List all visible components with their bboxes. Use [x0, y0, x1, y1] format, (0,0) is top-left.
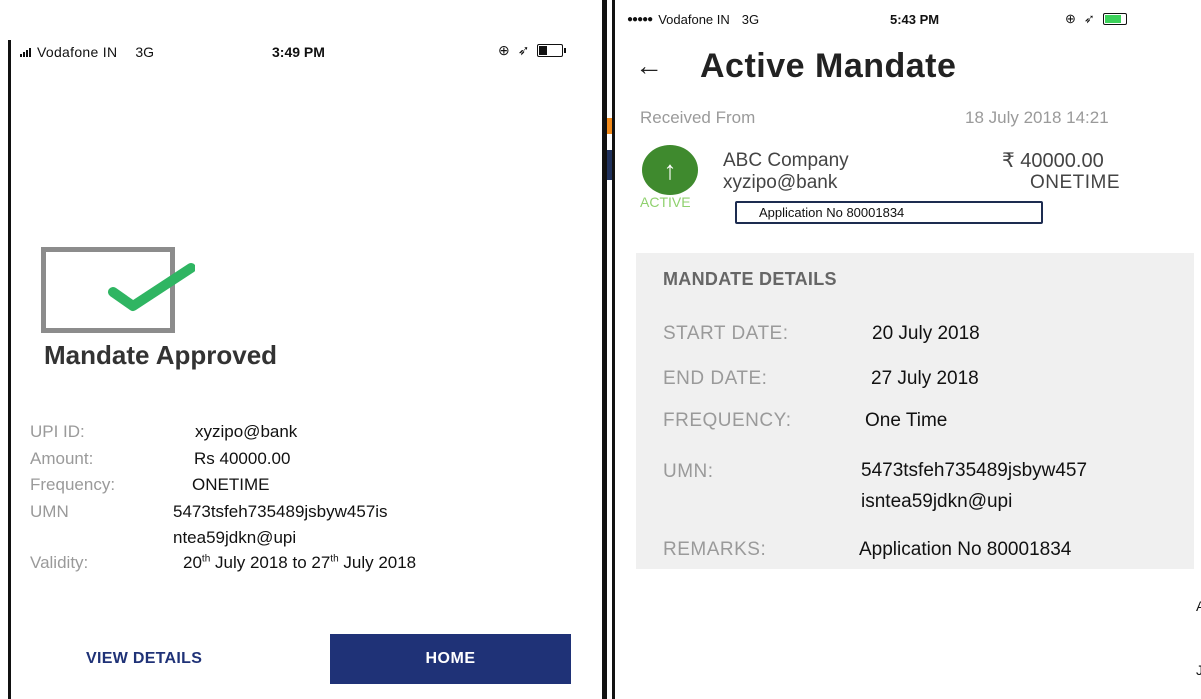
battery-charging-icon [1102, 13, 1127, 25]
detail-label: Amount: [30, 449, 94, 468]
home-button[interactable]: HOME [330, 634, 571, 684]
edge-text: A [1196, 598, 1201, 614]
detail-value: ntea59jdkn@upi [173, 528, 297, 547]
battery-icon [537, 44, 567, 57]
frame-border-left [8, 40, 11, 699]
detail-value: ONETIME [192, 475, 270, 494]
start-date-value: 20 July 2018 [872, 323, 980, 344]
edge-text: J [1196, 662, 1201, 678]
status-icons: ⊕ ➶ [1065, 11, 1127, 27]
status-time: 3:49 PM [272, 44, 325, 60]
detail-label: UPI ID: [30, 422, 85, 441]
active-mandate-screen: ●●●●● Vodafone IN 3G 5:43 PM ⊕ ➶ ← Activ… [615, 0, 1201, 699]
detail-label: UMN [30, 502, 69, 521]
page-title: Active Mandate [700, 47, 957, 85]
remarks-label: REMARKS: [663, 539, 767, 560]
detail-row-amount: Amount: Rs 40000.00 [30, 449, 290, 469]
detail-label: Frequency: [30, 475, 116, 494]
divider [602, 0, 607, 699]
frequency-value: One Time [865, 410, 948, 431]
end-date-label: END DATE: [663, 368, 768, 389]
detail-label: Validity: [30, 553, 89, 572]
status-bar-right: ●●●●● Vodafone IN 3G [627, 12, 759, 27]
carrier-name: Vodafone IN [37, 44, 118, 60]
location-icon: ➶ [517, 42, 530, 58]
network-type: 3G [741, 12, 760, 27]
start-date-label: START DATE: [663, 323, 789, 344]
detail-row-validity: Validity: 20th July 2018 to 27th July 20… [30, 553, 416, 573]
umn-label: UMN: [663, 461, 714, 482]
received-from-label: Received From [640, 108, 756, 127]
signal-icon [20, 47, 31, 57]
status-badge: ACTIVE [640, 194, 691, 210]
received-date: 18 July 2018 14:21 [965, 108, 1109, 127]
status-icons: ⊕ ➶ [498, 42, 567, 59]
umn-value-line1: 5473tsfeh735489jsbyw457 [861, 460, 1088, 481]
detail-value: Rs 40000.00 [194, 449, 291, 468]
signal-dots-icon: ●●●●● [627, 14, 653, 25]
view-details-button[interactable]: VIEW DETAILS [86, 650, 202, 668]
approved-screen: Vodafone IN 3G 3:49 PM ⊕ ➶ Mandate Appro… [0, 0, 607, 699]
carrier-name: Vodafone IN [658, 12, 730, 27]
application-number-box: Application No 80001834 [735, 201, 1043, 224]
detail-row-frequency: Frequency: ONETIME [30, 475, 269, 495]
detail-value: xyzipo@bank [195, 422, 298, 441]
page-title: Mandate Approved [44, 340, 278, 370]
frequency-label: FREQUENCY: [663, 410, 792, 431]
status-bar-left: Vodafone IN 3G [20, 44, 154, 60]
payee-upi: xyzipo@bank [723, 172, 838, 193]
mandate-amount: ₹ 40000.00 [1002, 150, 1104, 172]
arrow-up-icon: ↑ [642, 145, 698, 195]
detail-value: 20th July 2018 to 27th July 2018 [183, 553, 417, 572]
detail-value: 5473tsfeh735489jsbyw457is [173, 502, 388, 521]
lock-rotation-icon: ⊕ [1065, 11, 1076, 26]
back-arrow-icon[interactable]: ← [635, 50, 663, 82]
payee-name: ABC Company [723, 150, 849, 171]
status-time: 5:43 PM [890, 12, 940, 27]
check-icon [108, 263, 195, 311]
remarks-value: Application No 80001834 [859, 539, 1072, 560]
end-date-value: 27 July 2018 [871, 368, 979, 389]
panel-title: MANDATE DETAILS [663, 269, 837, 289]
umn-value-line2: isntea59jdkn@upi [861, 491, 1013, 512]
location-icon: ➶ [1083, 11, 1095, 26]
network-type: 3G [135, 44, 155, 60]
detail-row-upi: UPI ID: xyzipo@bank [30, 422, 297, 442]
mandate-details-panel: MANDATE DETAILS START DATE: 20 July 2018… [636, 253, 1194, 569]
detail-row-umn: UMN 5473tsfeh735489jsbyw457is ntea59jdkn… [30, 502, 388, 547]
lock-rotation-icon: ⊕ [498, 42, 510, 58]
mandate-frequency: ONETIME [1030, 172, 1121, 193]
